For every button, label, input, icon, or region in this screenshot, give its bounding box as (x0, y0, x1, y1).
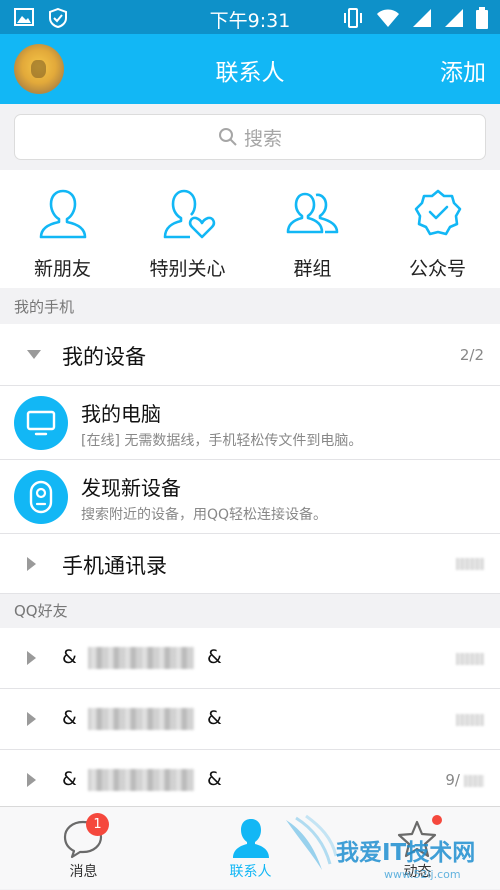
group-name-prefix: & (62, 646, 77, 668)
quick-entry-label: 公众号 (408, 258, 466, 280)
section-header-qq-friends: QQ好友 (0, 594, 500, 628)
status-bar: 下午9:31 (0, 0, 500, 34)
wifi-icon (377, 9, 399, 27)
section-header-my-phone: 我的手机 (0, 290, 500, 324)
expand-arrow-icon (27, 712, 36, 726)
group-count (456, 653, 484, 665)
expand-arrow-icon (27, 557, 36, 571)
page-title: 联系人 (215, 60, 285, 86)
quick-entry-new-friend[interactable]: 新朋友 (0, 188, 125, 281)
tab-label: 联系人 (229, 864, 272, 880)
add-button[interactable]: 添加 (440, 53, 486, 87)
notification-dot (432, 815, 442, 825)
search-input[interactable]: 搜索 (14, 114, 486, 160)
group-name-suffix: & (207, 646, 222, 668)
device-discover[interactable]: 发现新设备 搜索附近的设备，用QQ轻松连接设备。 (0, 460, 500, 534)
group-count (456, 714, 484, 726)
device-subtitle: 搜索附近的设备，用QQ轻松连接设备。 (81, 507, 328, 523)
group-name-prefix: & (62, 707, 77, 729)
search-placeholder: 搜索 (243, 127, 282, 150)
device-title: 我的电脑 (81, 402, 161, 426)
search-icon (218, 128, 237, 146)
special-care-icon (163, 189, 215, 239)
group-name-suffix: & (207, 768, 222, 790)
expand-arrow-icon (27, 773, 36, 787)
title-bar: 联系人 添加 (0, 34, 500, 104)
unread-badge: 1 (86, 813, 109, 836)
group-count-blurred (464, 775, 484, 787)
group-label: 手机通讯录 (62, 554, 167, 578)
group-my-devices[interactable]: 我的设备 2/2 (0, 324, 500, 386)
quick-entry-official-account[interactable]: 公众号 (375, 188, 500, 281)
group-label: 我的设备 (62, 345, 146, 369)
tab-label: 消息 (69, 864, 98, 880)
group-count: 2/2 (459, 346, 484, 364)
friend-group-row[interactable]: & & (0, 628, 500, 689)
computer-icon (14, 396, 68, 450)
blurred-group-name (88, 769, 194, 791)
star-icon (397, 820, 437, 858)
device-subtitle: [在线] 无需数据线，手机轻松传文件到电脑。 (81, 433, 363, 449)
group-name-prefix: & (62, 768, 77, 790)
blurred-group-name (88, 647, 194, 669)
quick-entry-label: 新朋友 (33, 258, 91, 280)
tab-messages[interactable]: 1 消息 (0, 807, 167, 890)
group-count (456, 558, 484, 570)
official-account-icon (414, 189, 461, 236)
group-count: 9/ (445, 771, 460, 789)
signal-icon (413, 9, 431, 27)
collapse-arrow-icon (27, 350, 41, 359)
quick-entry-label: 特别关心 (149, 258, 226, 280)
expand-arrow-icon (27, 651, 36, 665)
tab-bar: 1 消息 联系人 动态 (0, 806, 500, 889)
tab-contacts[interactable]: 联系人 (167, 807, 334, 890)
tab-label: 动态 (403, 864, 432, 880)
quick-entry-label: 群组 (293, 258, 332, 280)
group-icon (286, 192, 338, 234)
device-remote-icon (14, 470, 68, 524)
contacts-icon (233, 819, 269, 858)
quick-entry-special-care[interactable]: 特别关心 (125, 188, 250, 281)
friend-group-row[interactable]: & & (0, 689, 500, 750)
new-friend-icon (39, 189, 86, 239)
device-my-computer[interactable]: 我的电脑 [在线] 无需数据线，手机轻松传文件到电脑。 (0, 386, 500, 460)
quick-entries: 新朋友 特别关心 群组 公众号 (0, 170, 500, 288)
quick-entry-group[interactable]: 群组 (250, 188, 375, 281)
blurred-group-name (88, 708, 194, 730)
battery-icon (476, 7, 488, 29)
signal-icon-2 (445, 9, 463, 27)
group-phone-contacts[interactable]: 手机通讯录 (0, 534, 500, 594)
group-name-suffix: & (207, 707, 222, 729)
friend-group-row[interactable]: & & 9/ (0, 750, 500, 806)
device-title: 发现新设备 (81, 476, 181, 500)
tab-feeds[interactable]: 动态 (334, 807, 500, 890)
vibrate-icon (344, 8, 362, 28)
